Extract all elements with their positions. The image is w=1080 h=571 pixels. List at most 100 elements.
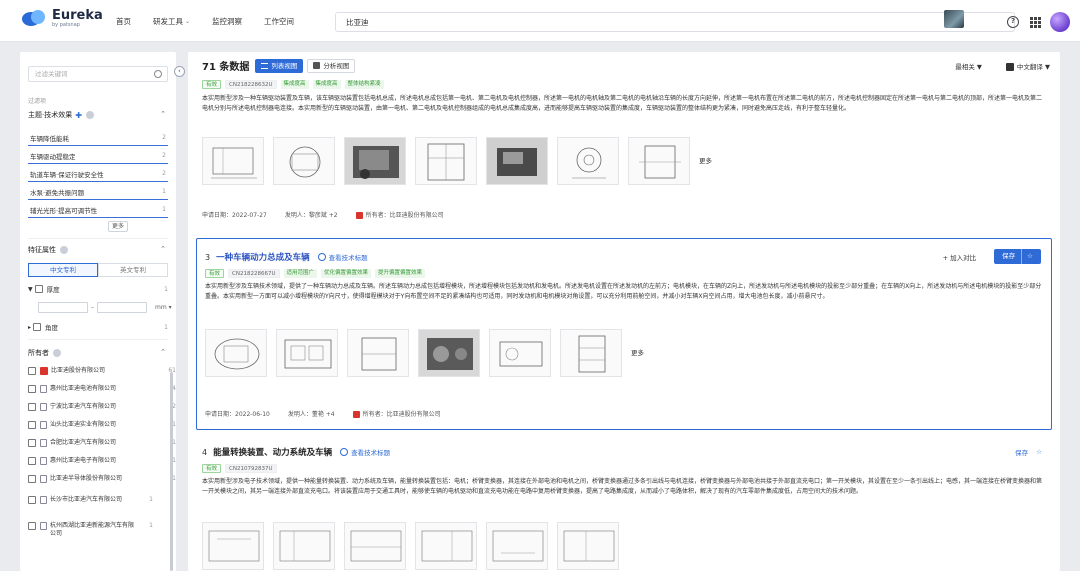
patent-figure[interactable] (344, 137, 406, 185)
chevron-up-icon[interactable]: ⌃ (160, 348, 166, 356)
star-icon[interactable]: ☆ (1036, 448, 1042, 456)
range-min-input[interactable] (38, 302, 88, 313)
help-icon[interactable]: ? (1006, 15, 1020, 29)
nav-rd-tools[interactable]: 研发工具 ⌄ (153, 16, 190, 27)
patent-figure[interactable] (347, 329, 409, 377)
patent-number[interactable]: CN218228632U (225, 80, 277, 89)
patent-figure[interactable] (202, 522, 264, 570)
card-title-row: 4 能量转换装置、动力系统及车辆 查看技术标题 (202, 446, 390, 459)
result-count: 71 条数据 (202, 62, 250, 73)
sort-select[interactable]: 最相关 ▼ (955, 61, 982, 71)
patent-figure[interactable] (202, 137, 264, 185)
patent-figure[interactable] (557, 137, 619, 185)
patent-figure[interactable] (276, 329, 338, 377)
view-tech-title-link[interactable]: 查看技术标题 (340, 447, 390, 457)
save-button[interactable]: 保存 ☆ (994, 249, 1041, 264)
patent-figure[interactable] (486, 137, 548, 185)
owner-item[interactable]: 惠州比亚迪电池有限公司 4 (28, 385, 176, 393)
tab-en-patent[interactable]: 英文专利 (98, 263, 168, 277)
owner-item[interactable]: 杭州西湖比亚迪新能源汽车有限公司 1 (28, 522, 153, 538)
save-button[interactable]: 保存 ☆ (1015, 447, 1042, 457)
more-drawings-link[interactable]: 更多 (631, 347, 644, 357)
thickness-filter[interactable]: ▼ 厚度 1 (28, 284, 168, 294)
patent-number[interactable]: CN218228667U (228, 269, 280, 278)
inventor[interactable]: 发明人：黎彦斌 +2 (285, 210, 338, 219)
patent-figure[interactable] (628, 137, 690, 185)
global-search-input[interactable]: 比亚迪 (335, 12, 1015, 32)
owner-item[interactable]: 惠州比亚迪电子有限公司 1 (28, 457, 176, 465)
patent-figure[interactable] (486, 522, 548, 570)
star-icon[interactable]: ☆ (1021, 249, 1033, 264)
nav-monitor[interactable]: 监控洞察 (212, 16, 242, 27)
application-date: 申请日期：2022-06-10 (205, 411, 270, 418)
tab-cn-patent[interactable]: 中文专利 (28, 263, 98, 277)
filter-keyword-input[interactable]: 过滤关键词 (28, 66, 168, 82)
checkbox[interactable] (33, 323, 42, 331)
patent-number[interactable]: CN210792837U (225, 464, 277, 473)
list-icon (261, 62, 269, 69)
nav-home[interactable]: 首页 (116, 16, 131, 27)
image-search-icon[interactable] (944, 10, 964, 28)
logo-name: Eureka (52, 7, 103, 23)
effect-item[interactable]: 水泵·避免共振问题 1 (28, 184, 168, 200)
patent-figure[interactable] (560, 329, 622, 377)
patent-figure[interactable] (273, 522, 335, 570)
patent-figure[interactable] (415, 522, 477, 570)
effect-item[interactable]: 车辆降低能耗 2 (28, 130, 168, 146)
nav-workspace[interactable]: 工作空间 (264, 16, 294, 27)
effect-item[interactable]: 辅光光形·提高可调节性 1 (28, 202, 168, 218)
owner[interactable]: 所有者：比亚迪股份有限公司 (352, 409, 459, 418)
top-bar: Eureka by patsnap 首页 研发工具 ⌄ 监控洞察 工作空间 比亚迪… (0, 0, 1080, 42)
patent-title-link[interactable]: 一种车辆动力总成及车辆 (216, 251, 310, 263)
patent-figure[interactable] (415, 137, 477, 185)
main-nav: 首页 研发工具 ⌄ 监控洞察 工作空间 (116, 0, 316, 42)
range-max-input[interactable] (97, 302, 147, 313)
tech-title-icon (340, 448, 349, 456)
card-actions: 保存 ☆ (1015, 447, 1042, 457)
patent-figure[interactable] (273, 137, 335, 185)
chevron-down-icon: ⌄ (185, 17, 191, 25)
patent-figure[interactable] (205, 329, 267, 377)
logo-icon (22, 8, 48, 28)
patent-figure[interactable] (557, 522, 619, 570)
patent-title-link[interactable]: 能量转换装置、动力系统及车辆 (213, 446, 332, 458)
owner-item[interactable]: 长沙市比亚迪汽车有限公司 1 (28, 496, 153, 504)
unit-select[interactable]: mm ▾ (155, 304, 172, 311)
angle-filter[interactable]: ▸ 角度 1 (28, 322, 168, 332)
user-avatar[interactable] (1050, 12, 1070, 32)
status-badge: 有效 (202, 80, 222, 89)
inventor[interactable]: 发明人：董艳 +4 (288, 409, 335, 418)
patent-figure[interactable] (489, 329, 551, 377)
owner-item[interactable]: 宁波比亚迪汽车有限公司 2 (28, 403, 176, 411)
owner-item[interactable]: 比亚迪半导体股份有限公司 1 (28, 475, 176, 483)
eureka-logo[interactable]: Eureka by patsnap (22, 8, 103, 28)
application-date: 申请日期：2022-07-27 (202, 212, 267, 219)
owner-item[interactable]: 合肥比亚迪汽车有限公司 1 (28, 439, 176, 447)
view-tech-title-link[interactable]: 查看技术标题 (317, 252, 368, 262)
card-tags: 有效 CN210792837U (202, 464, 281, 473)
checkbox[interactable] (34, 285, 43, 293)
translate-icon (1005, 63, 1014, 71)
chevron-up-icon[interactable]: ⌃ (160, 110, 166, 118)
owner[interactable]: 所有者：比亚迪股份有限公司 (355, 210, 462, 219)
company-icon (40, 439, 47, 447)
translate-select[interactable]: 中文翻译 ▼ (1005, 61, 1050, 71)
more-drawings-link[interactable]: 更多 (699, 155, 712, 165)
apps-grid-icon[interactable] (1028, 15, 1042, 29)
patent-figure[interactable] (418, 329, 480, 377)
effects-more-button[interactable]: 更多 (108, 221, 128, 232)
add-compare-button[interactable]: + 加入对比 (943, 252, 977, 262)
owner-item[interactable]: 汕头比亚迪实业有限公司 1 (28, 421, 176, 429)
effect-item[interactable]: 车辆驱动提稳定 2 (28, 148, 168, 164)
company-icon (40, 457, 47, 465)
patent-figure[interactable] (344, 522, 406, 570)
collapse-sidebar-button[interactable]: ‹ (174, 66, 185, 77)
chevron-up-icon[interactable]: ⌃ (160, 245, 166, 253)
analysis-view-button[interactable]: 分析视图 (307, 58, 356, 73)
result-card-selected[interactable]: 3 一种车辆动力总成及车辆 查看技术标题 + 加入对比 保存 ☆ 有效 CN218… (196, 238, 1052, 430)
company-icon (40, 385, 47, 393)
effect-item[interactable]: 轨道车辆·保证行驶安全性 2 (28, 166, 168, 182)
list-view-button[interactable]: 列表视图 (255, 58, 304, 73)
sidebar-scrollbar[interactable] (170, 372, 173, 571)
owner-item[interactable]: 比亚迪股份有限公司 61 (28, 367, 176, 375)
